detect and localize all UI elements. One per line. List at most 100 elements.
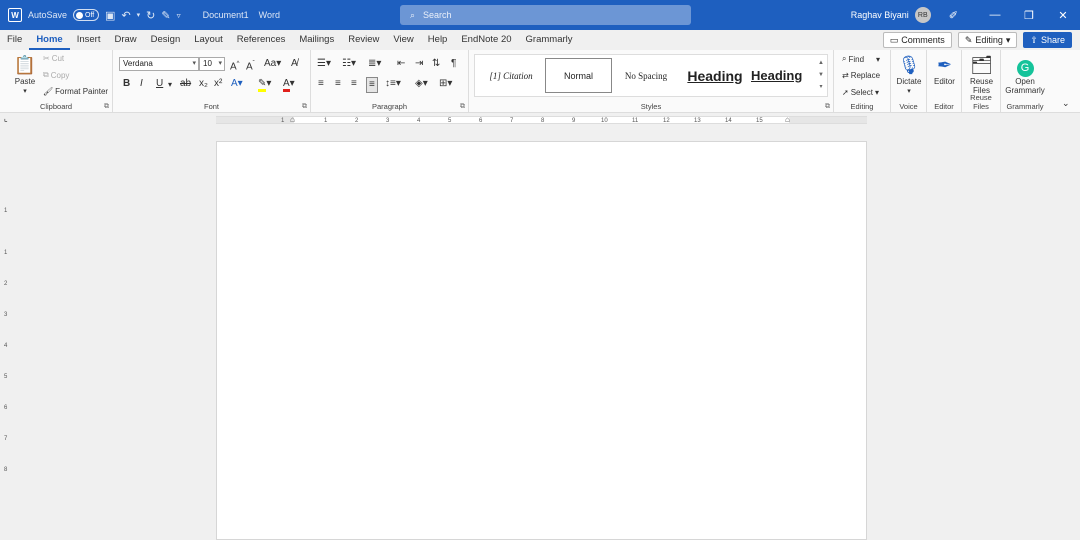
undo-dropdown-icon[interactable]: ▾ (137, 11, 141, 19)
underline-icon[interactable]: U (156, 77, 163, 91)
editor-group: ✒ Editor Editor (927, 50, 962, 113)
tab-file[interactable]: File (0, 30, 29, 50)
align-center-icon[interactable]: ≡ (335, 77, 341, 91)
autosave-label: AutoSave (28, 10, 68, 20)
highlight-icon[interactable]: ✎▾ (258, 77, 271, 92)
dialog-launcher-icon[interactable]: ⧉ (104, 103, 109, 111)
clear-formatting-icon[interactable]: A̸ (291, 57, 298, 71)
underline-dropdown-icon[interactable]: ▾ (168, 78, 172, 92)
ruler-tick: 9 (572, 118, 576, 124)
tab-references[interactable]: References (230, 30, 293, 50)
search-input[interactable]: ⌕ Search (400, 5, 691, 25)
style-no-spacing[interactable]: No Spacing (615, 58, 677, 93)
undo-icon[interactable]: ↶ (121, 9, 130, 22)
redo-icon[interactable]: ↻ (146, 9, 155, 22)
tab-mailings[interactable]: Mailings (292, 30, 341, 50)
open-grammarly-button[interactable]: G Open Grammarly (1004, 53, 1046, 95)
text-effects-icon[interactable]: A▾ (231, 77, 243, 91)
bold-icon[interactable]: B (123, 77, 130, 91)
save-icon[interactable]: ▣ (105, 9, 115, 22)
tab-layout[interactable]: Layout (187, 30, 230, 50)
style-heading-2[interactable]: Heading (751, 58, 815, 93)
dialog-launcher-icon[interactable]: ⧉ (825, 103, 830, 111)
style-heading-1[interactable]: Heading (681, 58, 749, 93)
autosave-toggle[interactable]: Off (73, 9, 100, 21)
subscript-icon[interactable]: x₂ (199, 77, 208, 91)
minimize-icon[interactable]: — (978, 9, 1012, 21)
italic-icon[interactable]: I (140, 77, 143, 91)
ruler-tick: 5 (448, 118, 452, 124)
right-indent-marker-icon[interactable]: ⌂ (785, 115, 790, 124)
superscript-icon[interactable]: x² (214, 77, 222, 91)
collapse-ribbon-icon[interactable]: ⌄ (1062, 96, 1070, 110)
pilcrow-icon[interactable]: ¶ (451, 57, 456, 71)
tab-selector-icon[interactable]: ⌞ (4, 114, 8, 123)
tab-draw[interactable]: Draw (107, 30, 143, 50)
decrease-indent-icon[interactable]: ⇤ (397, 57, 405, 71)
replace-button[interactable]: ⇄ Replace (842, 71, 880, 80)
increase-indent-icon[interactable]: ⇥ (415, 57, 423, 71)
font-size-select[interactable]: 10 ▾ (199, 57, 225, 71)
reuse-files-button[interactable]: 🗂 Reuse Files (965, 53, 998, 95)
tab-help[interactable]: Help (421, 30, 455, 50)
style-citation[interactable]: [1] Citation (479, 58, 543, 93)
search-icon: ⌕ (842, 54, 847, 63)
font-family-select[interactable]: Verdana ▾ (119, 57, 199, 71)
search-icon: ⌕ (410, 9, 416, 20)
styles-scroll-icon[interactable]: ▲ ▼ ▾ (817, 57, 825, 93)
grow-font-icon[interactable]: A^ (230, 57, 240, 74)
editor-button[interactable]: ✒ Editor (930, 53, 959, 86)
tab-endnote[interactable]: EndNote 20 (454, 30, 518, 50)
multilevel-list-icon[interactable]: ≣▾ (368, 57, 381, 71)
change-case-icon[interactable]: Aa▾ (264, 57, 281, 71)
tab-insert[interactable]: Insert (70, 30, 108, 50)
numbering-icon[interactable]: ☷▾ (342, 57, 356, 71)
customize-toolbar-icon[interactable]: ▿ (177, 11, 181, 20)
style-normal[interactable]: Normal (545, 58, 612, 93)
indent-marker-icon[interactable]: ⌂ (290, 115, 295, 124)
shrink-font-icon[interactable]: Aˇ (246, 57, 255, 74)
close-icon[interactable]: ✕ (1046, 9, 1080, 22)
comments-button[interactable]: ▭ Comments (882, 32, 952, 48)
clipboard-icon: 📋 (13, 55, 37, 75)
ruler-track[interactable]: ⌂ ⌂ 1 1 2 3 4 5 6 7 8 9 10 11 12 13 14 1… (216, 115, 867, 124)
tab-view[interactable]: View (386, 30, 420, 50)
document-page[interactable] (216, 141, 867, 540)
user-name[interactable]: Raghav Biyani (851, 10, 909, 20)
ruler-tick: 12 (663, 118, 670, 124)
tab-home[interactable]: Home (29, 30, 70, 50)
pen-icon[interactable]: ✐ (949, 9, 958, 22)
dictate-button[interactable]: 🎙 Dictate ▾ (894, 53, 924, 95)
find-button[interactable]: ⌕ Find ▾ (842, 54, 880, 64)
avatar[interactable]: RB (914, 7, 931, 23)
sort-icon[interactable]: ⇅ (432, 57, 440, 71)
restore-icon[interactable]: ❐ (1012, 9, 1046, 22)
editing-label: Editing (850, 102, 874, 111)
horizontal-ruler: ⌞ ⌂ ⌂ 1 1 2 3 4 5 6 7 8 9 10 11 12 13 14… (0, 114, 1080, 126)
tab-grammarly[interactable]: Grammarly (519, 30, 580, 50)
paste-button[interactable]: 📋 Paste ▾ (12, 53, 38, 95)
draw-pen-icon[interactable]: ✎ (161, 9, 170, 22)
align-left-icon[interactable]: ≡ (318, 77, 324, 91)
tab-review[interactable]: Review (341, 30, 386, 50)
tab-design[interactable]: Design (144, 30, 188, 50)
dialog-launcher-icon[interactable]: ⧉ (302, 103, 307, 111)
borders-icon[interactable]: ⊞▾ (439, 77, 452, 91)
font-color-icon[interactable]: A▾ (283, 77, 295, 92)
ruler-tick: 13 (694, 118, 701, 124)
justify-icon[interactable]: ≡ (366, 77, 378, 93)
align-right-icon[interactable]: ≡ (351, 77, 357, 91)
share-button[interactable]: ⇪ Share (1023, 32, 1072, 48)
editing-mode-button[interactable]: ✎ Editing ▾ (957, 32, 1018, 48)
strikethrough-icon[interactable]: ab (180, 77, 191, 91)
cut-button[interactable]: ✂ Cut (43, 54, 64, 63)
copy-button[interactable]: ⧉ Copy (43, 70, 69, 80)
shading-icon[interactable]: ◈▾ (415, 77, 428, 91)
share-icon: ⇪ (1030, 34, 1038, 45)
dialog-launcher-icon[interactable]: ⧉ (460, 103, 465, 111)
voice-label: Voice (899, 102, 918, 111)
format-painter-button[interactable]: 🖌 Format Painter (43, 87, 108, 96)
line-spacing-icon[interactable]: ↕≡▾ (385, 77, 401, 91)
bullets-icon[interactable]: ☰▾ (317, 57, 331, 71)
select-button[interactable]: ➚ Select ▾ (842, 88, 879, 97)
